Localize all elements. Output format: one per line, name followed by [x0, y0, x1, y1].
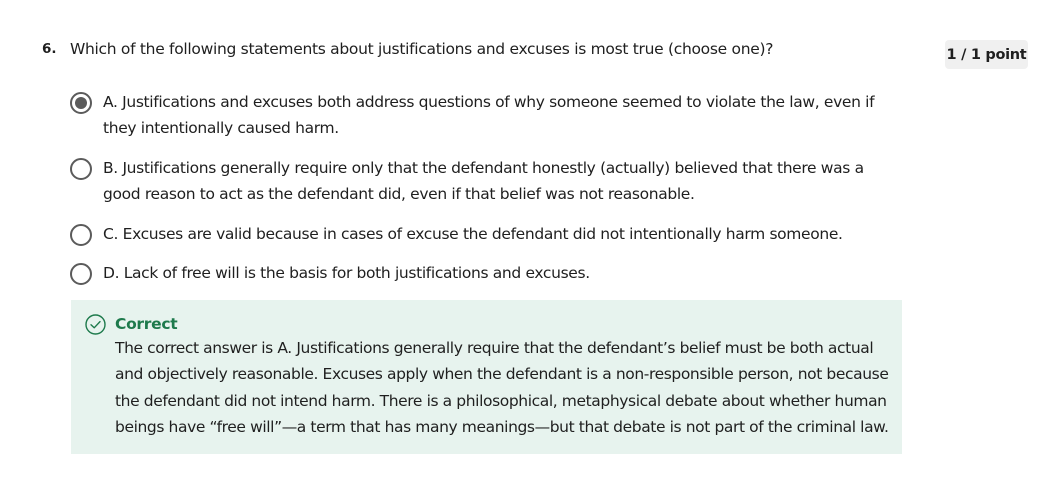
option-d[interactable]: D. Lack of free will is the basis for bo…: [70, 263, 898, 286]
option-label: D. Lack of free will is the basis for bo…: [103, 264, 590, 282]
points-badge: 1 / 1 point: [945, 40, 1028, 69]
option-a[interactable]: A. Justifications and excuses both addre…: [70, 92, 898, 141]
option-label: C. Excuses are valid because in cases of…: [103, 225, 843, 243]
feedback-status: Correct: [115, 315, 178, 333]
option-label: B. Justifications generally require only…: [103, 159, 864, 203]
check-circle-icon: [85, 314, 106, 335]
radio-button-checked[interactable]: [70, 92, 92, 114]
option-label: A. Justifications and excuses both addre…: [103, 93, 875, 137]
feedback-panel: Correct The correct answer is A. Justifi…: [71, 300, 902, 454]
radio-dot: [75, 97, 87, 109]
question-text: Which of the following statements about …: [70, 40, 774, 58]
question-number: 6.: [42, 41, 57, 57]
radio-button[interactable]: [70, 263, 92, 285]
feedback-explanation: The correct answer is A. Justifications …: [115, 339, 889, 436]
radio-button[interactable]: [70, 158, 92, 180]
radio-button[interactable]: [70, 224, 92, 246]
option-b[interactable]: B. Justifications generally require only…: [70, 158, 898, 207]
option-c[interactable]: C. Excuses are valid because in cases of…: [70, 224, 898, 247]
